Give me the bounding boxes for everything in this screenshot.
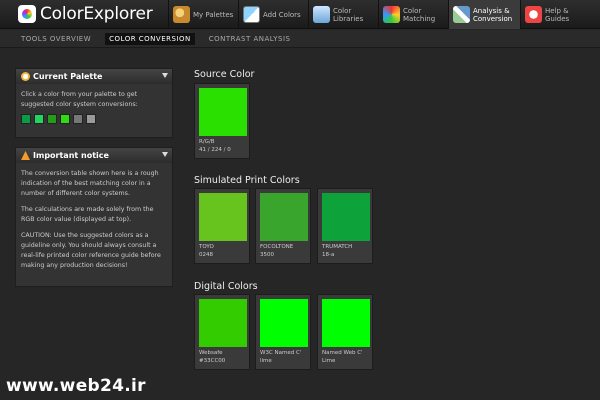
color-caption: FOCOLTONE 3500 [256,241,310,263]
color-value-label: Lime [322,358,336,364]
palette-swatches [21,114,167,124]
nav-tab-label: Add Colors [263,10,301,19]
important-notice-panel: Important notice The conversion table sh… [15,147,173,287]
library-icon [313,6,330,23]
nav-tab-color-matching[interactable]: Color Matching [378,0,448,29]
nav-tab-label: Help & Guides [545,6,570,23]
palette-swatch[interactable] [34,114,44,124]
palette-swatch[interactable] [47,114,57,124]
current-palette-body: Click a color from your palette to get s… [16,84,172,130]
palette-swatch[interactable] [86,114,96,124]
color-system-label: R/G/B [199,139,215,145]
color-value-label: 0248 [199,252,213,258]
nav-tab-label: Color Matching [403,6,436,23]
color-value-label: 3500 [260,252,274,258]
important-notice-body: The conversion table shown here is a rou… [16,163,172,283]
palette-icon [173,6,190,23]
sub-navigation: TOOLS OVERVIEW COLOR CONVERSION CONTRAST… [0,30,600,48]
digital-colors-title: Digital Colors [194,281,258,292]
color-swatch [260,193,308,241]
notice-paragraph: The conversion table shown here is a rou… [21,170,159,197]
color-caption: Named Web C' Lime [318,347,372,369]
source-color-card[interactable]: R/G/B 41 / 224 / 0 [194,83,250,159]
color-caption: Websafe #33CC00 [195,347,249,369]
color-swatch [199,299,247,347]
source-color-title: Source Color [194,69,255,80]
nav-tab-help-guides[interactable]: Help & Guides [520,0,590,29]
notice-paragraph: The calculations are made solely from th… [21,206,154,223]
analysis-icon [453,6,470,23]
logo-text: ColorExplorer [40,4,153,24]
color-value-label: lime [260,358,272,364]
subtab-tools-overview[interactable]: TOOLS OVERVIEW [17,33,95,45]
print-colors-title: Simulated Print Colors [194,175,300,186]
color-system-label: TOYO [199,244,214,250]
color-system-label: W3C Named C' [260,350,302,356]
top-navigation-bar: ColorExplorer My Palettes Add Colors Col… [0,0,600,29]
color-caption: W3C Named C' lime [256,347,310,369]
print-color-card-trumatch[interactable]: TRUMATCH 18-a [317,188,373,264]
logo[interactable]: ColorExplorer [18,3,153,25]
color-wheel-icon [383,6,400,23]
digital-color-card-named-web[interactable]: Named Web C' Lime [317,294,373,370]
subtab-contrast-analysis[interactable]: CONTRAST ANALYSIS [205,33,295,45]
app-root: ColorExplorer My Palettes Add Colors Col… [0,0,600,400]
color-system-label: Named Web C' [322,350,363,356]
palette-swatch[interactable] [60,114,70,124]
digital-color-card-w3c[interactable]: W3C Named C' lime [255,294,311,370]
warning-icon [21,151,30,160]
print-color-card-focoltone[interactable]: FOCOLTONE 3500 [255,188,311,264]
color-swatch [322,299,370,347]
panel-title: Important notice [33,151,109,160]
color-swatch [199,88,247,136]
important-notice-header[interactable]: Important notice [16,148,172,163]
collapse-arrow-icon[interactable] [162,73,168,78]
nav-tab-my-palettes[interactable]: My Palettes [168,0,238,29]
palette-swatch[interactable] [21,114,31,124]
color-value-label: #33CC00 [199,358,226,364]
nav-tab-label: My Palettes [193,10,234,19]
nav-tab-label: Color Libraries [333,6,364,23]
panel-title: Current Palette [33,72,103,81]
color-system-label: Websafe [199,350,223,356]
palette-swatch[interactable] [73,114,83,124]
notice-caution: CAUTION: Use the suggested colors as a g… [21,232,161,269]
color-caption: TOYO 0248 [195,241,249,263]
color-swatch [260,299,308,347]
color-swatch [322,193,370,241]
nav-tab-add-colors[interactable]: Add Colors [238,0,308,29]
subtab-color-conversion[interactable]: COLOR CONVERSION [105,32,195,45]
nav-tab-label: Analysis & Conversion [473,6,513,23]
nav-tab-color-libraries[interactable]: Color Libraries [308,0,378,29]
digital-color-card-websafe[interactable]: Websafe #33CC00 [194,294,250,370]
color-swatch [199,193,247,241]
add-colors-icon [243,6,260,23]
color-wheel-logo-icon [18,5,36,23]
current-palette-text: Click a color from your palette to get s… [21,91,138,108]
print-color-card-toyo[interactable]: TOYO 0248 [194,188,250,264]
watermark-text: www.web24.ir [6,376,146,396]
palette-sun-icon [21,72,30,81]
color-system-label: TRUMATCH [322,244,353,250]
lifebuoy-icon [525,6,542,23]
nav-tab-analysis-conversion[interactable]: Analysis & Conversion [448,0,520,29]
current-palette-header[interactable]: Current Palette [16,69,172,84]
color-caption: R/G/B 41 / 224 / 0 [195,136,249,158]
collapse-arrow-icon[interactable] [162,152,168,157]
main-nav-tabs: My Palettes Add Colors Color Libraries C… [168,0,590,29]
current-palette-panel: Current Palette Click a color from your … [15,68,173,138]
color-caption: TRUMATCH 18-a [318,241,372,263]
color-value-label: 18-a [322,252,335,258]
color-value-label: 41 / 224 / 0 [199,147,231,153]
color-system-label: FOCOLTONE [260,244,294,250]
